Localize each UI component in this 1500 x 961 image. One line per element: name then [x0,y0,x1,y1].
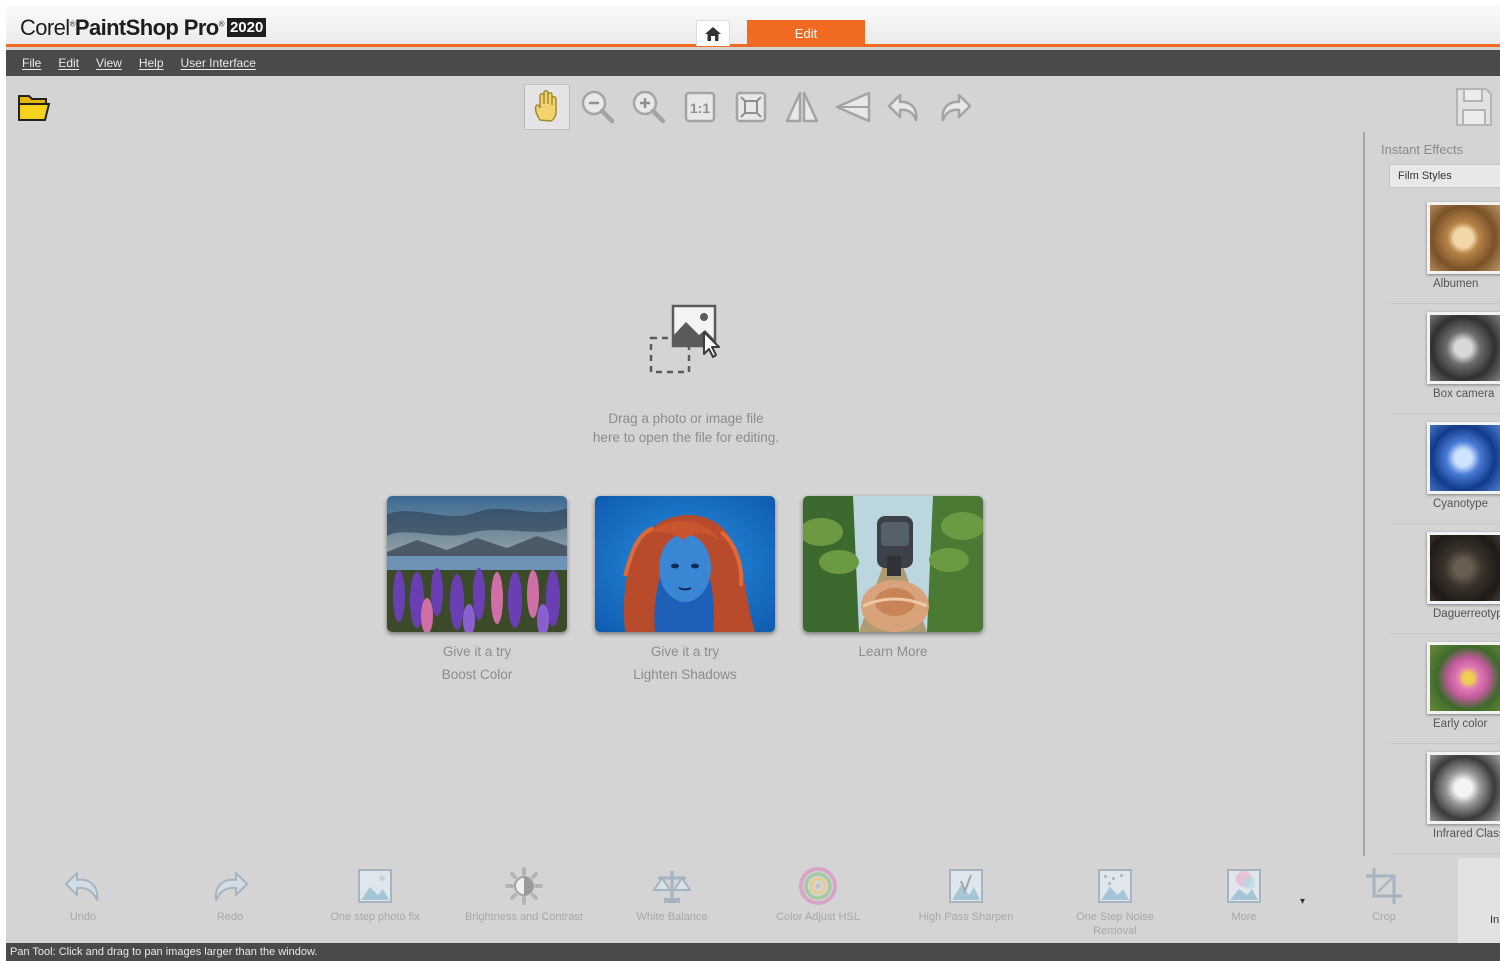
app-window: Corel®PaintShop Pro® 2020 Edit File Edit … [6,6,1500,961]
home-icon [705,26,721,41]
one-step-photo-fix-button[interactable]: One step photo fix [315,866,435,924]
effect-thumbnail [1427,532,1500,604]
menu-user-interface[interactable]: User Interface [181,56,256,70]
app-logo: Corel®PaintShop Pro® 2020 [20,15,267,41]
pan-tool-button[interactable] [524,84,570,130]
flip-horizontal-icon [785,91,819,123]
undo-icon [65,872,99,901]
effect-thumbnail [1427,422,1500,494]
effect-thumbnail [1427,752,1500,824]
title-bar: Corel®PaintShop Pro® 2020 Edit [6,6,1500,47]
redo-button[interactable] [932,84,978,130]
redo-tool-button[interactable]: Redo [170,866,290,924]
high-pass-sharpen-icon [949,869,983,903]
card-lighten-shadows[interactable]: Give it a try Lighten Shadows [595,496,775,686]
redo-icon [941,93,972,122]
card-learn-more[interactable]: Learn More [803,496,983,663]
tab-edit[interactable]: Edit [747,20,865,47]
flip-horizontal-button[interactable] [779,84,825,130]
menu-help[interactable]: Help [139,56,164,70]
flip-vertical-button[interactable] [830,84,876,130]
more-icon [1227,869,1261,903]
view-toolbar: 1:1 [524,82,983,132]
actual-size-icon: 1:1 [684,91,716,123]
traveler-jungle-image [803,496,983,632]
panel-divider[interactable] [1363,132,1365,856]
card-caption: Give it a try Boost Color [441,644,513,682]
crop-button[interactable]: Crop [1324,866,1444,924]
undo-tool-button[interactable]: Undo [23,866,143,924]
one-step-photo-fix-icon [358,869,392,903]
save-icon [1456,88,1492,126]
high-pass-sharpen-button[interactable]: High Pass Sharpen [906,866,1026,924]
menu-view[interactable]: View [96,56,122,70]
one-step-noise-removal-button[interactable]: One Step Noise Removal [1055,866,1175,938]
flip-vertical-icon [835,91,871,123]
tab-home[interactable] [696,20,730,46]
redo-icon [214,872,248,901]
folder-open-icon [18,95,51,121]
zoom-out-button[interactable] [575,84,621,130]
fit-to-window-icon [735,91,767,123]
pan-icon [534,90,557,122]
fit-to-window-button[interactable] [728,84,774,130]
menu-file[interactable]: File [22,56,41,70]
card-caption: Learn More [858,644,928,659]
zoom-in-icon [632,90,666,124]
status-bar: Pan Tool: Click and drag to pan images l… [6,943,1500,961]
svg-text:1:1: 1:1 [690,100,710,116]
effect-item[interactable]: Box camera [1391,304,1500,414]
actual-size-button[interactable]: 1:1 [677,84,723,130]
effect-item[interactable]: Albumen [1391,194,1500,304]
effect-thumbnail [1427,312,1500,384]
zoom-in-button[interactable] [626,84,672,130]
more-dropdown-arrow[interactable]: ▾ [1300,896,1305,907]
white-balance-button[interactable]: White Balance [612,866,732,924]
effect-thumbnail [1427,642,1500,714]
white-balance-icon [652,871,692,903]
undo-button[interactable] [881,84,927,130]
portrait-image [595,496,775,632]
effect-item[interactable]: Daguerreotype [1391,524,1500,634]
save-button[interactable] [1454,86,1494,128]
undo-icon [887,93,918,122]
instant-effects-panel: Instant Effects Film Styles Albumen Box … [1369,132,1500,856]
brightness-contrast-icon [505,867,543,905]
drop-instructions: Drag a photo or image file here to open … [592,411,780,445]
effect-item[interactable]: Infrared Classic [1391,744,1500,854]
menu-edit[interactable]: Edit [58,56,79,70]
effect-thumbnail [1427,202,1500,274]
color-adjust-hsl-icon [799,867,837,905]
menu-bar: File Edit View Help User Interface [6,50,1500,76]
effect-list: Albumen Box camera Cyanotype Daguerreoty… [1391,194,1500,856]
card-caption: Give it a try Lighten Shadows [633,644,737,682]
panel-title: Instant Effects [1381,142,1464,157]
effect-category-select[interactable]: Film Styles [1389,164,1500,188]
zoom-out-icon [581,90,615,124]
brightness-contrast-button[interactable]: Brightness and Contrast [464,866,584,924]
effect-item[interactable]: Early color [1391,634,1500,744]
open-file-button[interactable] [16,90,52,124]
adjust-toolbar: Undo Redo One step photo fix Brightness … [6,858,1500,944]
noise-removal-icon [1098,869,1132,903]
effect-item[interactable]: Cyanotype [1391,414,1500,524]
card-boost-color[interactable]: Give it a try Boost Color [387,496,567,686]
crop-icon [1366,868,1402,904]
panel-toggle-stub[interactable]: In [1458,858,1500,944]
color-adjust-hsl-button[interactable]: Color Adjust HSL [758,866,878,924]
lupine-lake-image [387,496,567,632]
more-button[interactable]: More [1184,866,1304,924]
drop-image-icon [646,302,726,378]
